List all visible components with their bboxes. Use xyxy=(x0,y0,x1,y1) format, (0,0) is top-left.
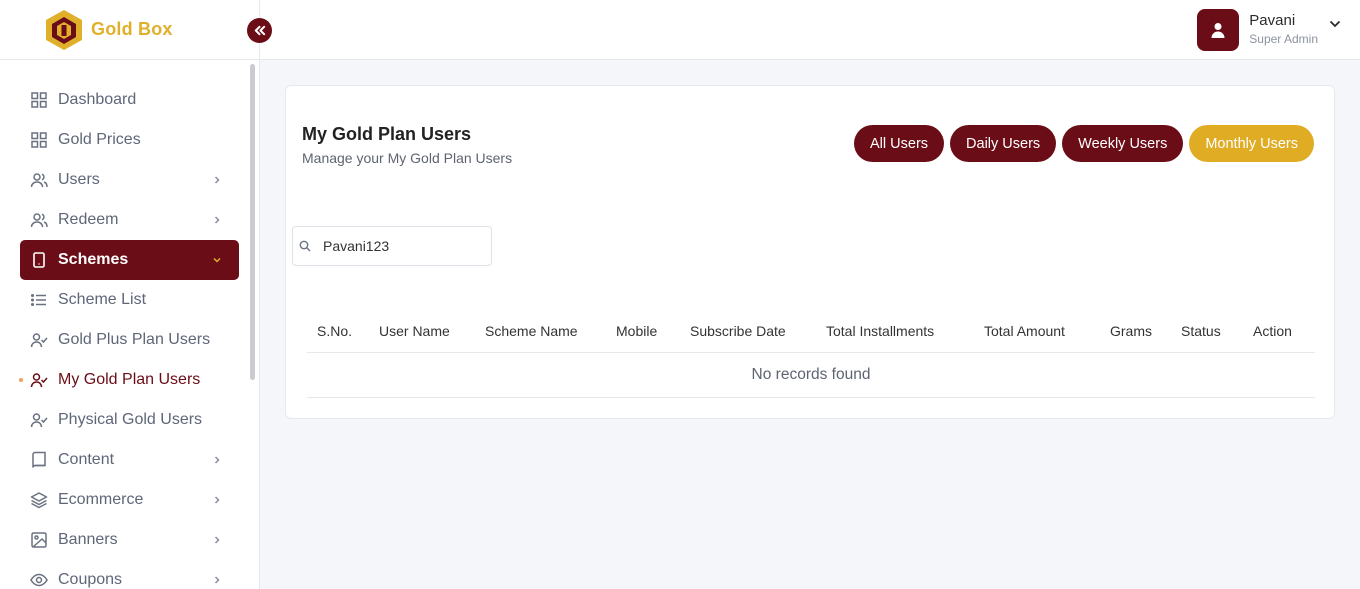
sidebar-item-label: Content xyxy=(58,451,115,468)
column-header: S.No. xyxy=(317,323,353,339)
book-icon xyxy=(30,451,48,469)
chevron-down-icon xyxy=(209,252,225,268)
chevron-right-icon xyxy=(209,452,225,468)
sidebar-item-label: My Gold Plan Users xyxy=(58,371,201,388)
sidebar-item-label: Ecommerce xyxy=(58,491,144,508)
gold-box-logo[interactable] xyxy=(42,8,86,52)
user-role: Super Admin xyxy=(1249,32,1318,46)
chevron-right-icon xyxy=(209,212,225,228)
sidebar-item-dashboard[interactable]: Dashboard xyxy=(20,80,239,120)
column-header: Subscribe Date xyxy=(690,323,786,339)
column-header: Total Installments xyxy=(826,323,935,339)
user-menu[interactable]: Pavani Super Admin xyxy=(1197,9,1342,51)
sidebar-item-scheme-list[interactable]: Scheme List xyxy=(20,280,239,320)
users-card: My Gold Plan Users Manage your My Gold P… xyxy=(285,85,1335,419)
sidebar-item-users[interactable]: Users xyxy=(20,160,239,200)
user-check-icon xyxy=(30,411,48,429)
chevron-right-icon xyxy=(209,532,225,548)
sidebar-item-physical-gold-users[interactable]: Physical Gold Users xyxy=(20,400,239,440)
user-filter-group: All Users Daily Users Weekly Users Month… xyxy=(854,125,1314,162)
brand-name: Gold Box xyxy=(91,19,173,39)
search-icon xyxy=(299,240,311,252)
logo-area: Gold Box xyxy=(0,0,259,60)
users-icon xyxy=(30,171,48,189)
chevrons-left-icon xyxy=(254,25,266,36)
sidebar-item-ecommerce[interactable]: Ecommerce xyxy=(20,480,239,520)
sidebar-item-label: Banners xyxy=(58,531,118,548)
column-header: Total Amount xyxy=(984,323,1065,339)
user-check-icon xyxy=(30,371,48,389)
chevron-down-icon[interactable] xyxy=(1328,17,1342,31)
sidebar-item-gold-prices[interactable]: Gold Prices xyxy=(20,120,239,160)
table-header: S.No. User Name Scheme Name Mobile Subsc… xyxy=(307,312,1315,353)
sidebar-item-schemes[interactable]: Schemes xyxy=(20,240,239,280)
user-name: Pavani xyxy=(1249,12,1296,29)
sidebar-item-redeem[interactable]: Redeem xyxy=(20,200,239,240)
sidebar-item-label: Gold Plus Plan Users xyxy=(58,331,211,348)
tablet-icon xyxy=(30,251,48,269)
column-header: User Name xyxy=(379,323,450,339)
users-icon xyxy=(30,211,48,229)
sidebar-item-label: Schemes xyxy=(58,251,129,268)
page-title: My Gold Plan Users xyxy=(302,124,472,144)
grid-icon xyxy=(30,91,48,109)
sidebar-item-label: Scheme List xyxy=(58,291,147,308)
column-header: Mobile xyxy=(616,323,658,339)
active-indicator-dot xyxy=(19,378,23,382)
list-icon xyxy=(30,291,48,309)
collapse-sidebar-button[interactable] xyxy=(247,18,272,43)
top-header: Pavani Super Admin xyxy=(260,0,1360,60)
sidebar-item-label: Physical Gold Users xyxy=(58,411,203,428)
filter-weekly-users-button[interactable]: Weekly Users xyxy=(1062,125,1184,162)
user-icon xyxy=(1211,23,1225,38)
column-header: Status xyxy=(1181,323,1221,339)
sidebar: Gold Box Dashboard Gold Prices Users Red… xyxy=(0,0,272,589)
sidebar-item-label: Gold Prices xyxy=(58,131,141,148)
empty-state: No records found xyxy=(307,353,1315,398)
sidebar-nav: Dashboard Gold Prices Users Redeem Schem… xyxy=(0,60,259,589)
search-box xyxy=(292,226,492,266)
sidebar-item-label: Coupons xyxy=(58,571,123,588)
column-header: Grams xyxy=(1110,323,1152,339)
grid-icon xyxy=(30,131,48,149)
search-input[interactable] xyxy=(323,238,483,254)
sidebar-item-label: Redeem xyxy=(58,211,119,228)
layers-icon xyxy=(30,491,48,509)
page-subtitle: Manage your My Gold Plan Users xyxy=(302,150,513,166)
image-icon xyxy=(30,531,48,549)
sidebar-item-label: Users xyxy=(58,171,100,188)
sidebar-item-gold-plus-plan-users[interactable]: Gold Plus Plan Users xyxy=(20,320,239,360)
user-info: Pavani Super Admin xyxy=(1249,9,1318,46)
user-check-icon xyxy=(30,331,48,349)
filter-daily-users-button[interactable]: Daily Users xyxy=(950,125,1057,162)
chevron-right-icon xyxy=(209,172,225,188)
filter-monthly-users-button[interactable]: Monthly Users xyxy=(1189,125,1314,162)
avatar[interactable] xyxy=(1197,9,1240,51)
sidebar-item-my-gold-plan-users[interactable]: My Gold Plan Users xyxy=(19,360,239,400)
chevron-right-icon xyxy=(209,572,225,588)
sidebar-item-coupons[interactable]: Coupons xyxy=(20,560,239,589)
users-table: S.No. User Name Scheme Name Mobile Subsc… xyxy=(307,312,1315,398)
sidebar-item-banners[interactable]: Banners xyxy=(20,520,239,560)
sidebar-item-label: Dashboard xyxy=(58,91,137,108)
eye-icon xyxy=(30,571,48,589)
column-header: Action xyxy=(1253,323,1292,339)
filter-all-users-button[interactable]: All Users xyxy=(854,125,945,162)
column-header: Scheme Name xyxy=(485,323,578,339)
chevron-right-icon xyxy=(209,492,225,508)
sidebar-item-content[interactable]: Content xyxy=(20,440,239,480)
